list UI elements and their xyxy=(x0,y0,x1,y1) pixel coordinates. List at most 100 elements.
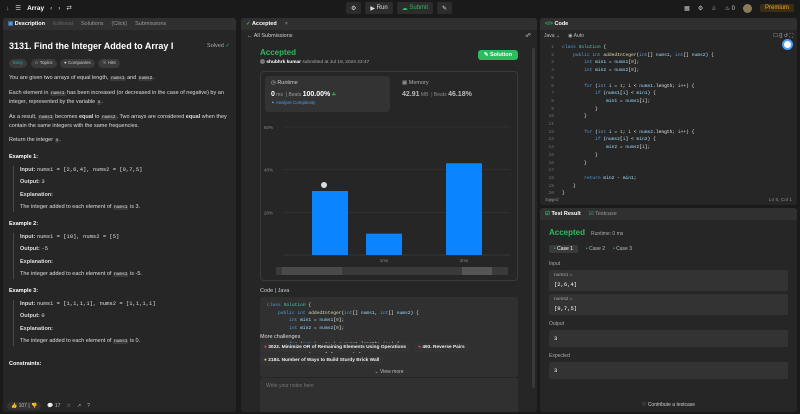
line-number: 13 xyxy=(548,137,554,143)
tab-test-result[interactable]: ☑ Test Result xyxy=(545,211,581,217)
example-2: Example 2: Input: nums1 = [10], nums2 = [… xyxy=(9,220,230,280)
braces-icon[interactable]: {} xyxy=(779,33,782,39)
example-input-value: nums1 = [10], nums2 = [5] xyxy=(36,232,120,240)
p3d: . Two arrays are considered xyxy=(116,113,185,120)
mid-scrollbar[interactable] xyxy=(532,48,535,388)
para-2: Each element in nums1 has been increased… xyxy=(9,89,224,105)
tab-click[interactable]: (Click) xyxy=(112,21,128,27)
tab-code[interactable]: </> Code xyxy=(545,21,568,27)
like-button[interactable]: 👍 107 | 👎 xyxy=(7,402,42,410)
chart-bar[interactable] xyxy=(446,163,482,255)
settings-icon[interactable]: ⚙ xyxy=(698,5,703,12)
editor-statusbar: Saved Ln 5, Col 1 xyxy=(540,195,797,205)
layout-icon[interactable]: ▦ xyxy=(684,5,690,12)
runtime-distribution-chart[interactable]: 60% 40% 20% 1ms 2ms xyxy=(262,117,518,277)
line-number: 16 xyxy=(548,160,554,166)
accepted-tab-icon: ✓ xyxy=(246,21,251,27)
comments-button[interactable]: 💬 17 xyxy=(47,403,60,409)
notes-textarea[interactable]: Write your notes here xyxy=(260,378,518,412)
input-nums2[interactable]: nums2 = [9,7,5] xyxy=(549,294,788,315)
memory-beats: Beats xyxy=(433,92,447,98)
p3b: becomes xyxy=(55,113,78,120)
next-icon[interactable]: › xyxy=(58,5,60,12)
var2-value: [9,7,5] xyxy=(554,305,578,312)
list-icon[interactable]: ☰ xyxy=(15,4,21,12)
case-2-tab[interactable]: • Case 2 xyxy=(586,246,605,252)
explanation-text: The integer added to each element of xyxy=(20,338,112,345)
input-label: Input: xyxy=(20,233,36,240)
left-tabs: ▣ Description Editorial Solutions (Click… xyxy=(3,18,236,30)
companies-tag[interactable]: ● Companies xyxy=(60,58,95,68)
share-icon[interactable]: ↗ xyxy=(77,403,81,409)
chart-bar[interactable] xyxy=(366,233,402,255)
bookmark-icon[interactable]: ☐ xyxy=(773,33,777,39)
example-title: Example 1: xyxy=(9,154,39,161)
chart-range-handle[interactable] xyxy=(462,267,492,275)
all-submissions-link[interactable]: ← All Submissions xyxy=(247,33,293,39)
tab-submissions[interactable]: Submissions xyxy=(135,21,166,27)
debug-button[interactable]: ⚙ xyxy=(346,2,362,14)
shuffle-icon[interactable]: ⇄ xyxy=(66,4,71,12)
view-more-button[interactable]: ⌄ View more xyxy=(260,363,518,377)
hint-tag[interactable]: ☉ Hint xyxy=(98,58,120,68)
code-content[interactable]: class Solution { public int addedInteger… xyxy=(558,44,714,205)
example-block: Input: nums1 = [1,1,1,1], nums2 = [1,1,1… xyxy=(13,299,230,347)
copy-link-icon[interactable]: ☍ xyxy=(525,33,531,39)
tab-solutions[interactable]: Solutions xyxy=(81,21,104,27)
tab-close-icon[interactable]: × xyxy=(285,21,288,27)
saved-status: Saved xyxy=(545,197,559,203)
assistant-icon[interactable] xyxy=(782,39,793,50)
prev-icon[interactable]: ‹ xyxy=(50,5,52,12)
solution-button[interactable]: ✎ Solution xyxy=(477,50,518,60)
case-label: Case 3 xyxy=(616,246,632,252)
example-input-value: nums1 = [2,6,4], nums2 = [9,7,5] xyxy=(36,165,143,173)
p4-var: x xyxy=(54,138,60,144)
output-label: Output xyxy=(549,321,565,327)
expected-value[interactable]: 3 xyxy=(549,362,788,379)
case-1-tab[interactable]: • Case 1 xyxy=(549,245,578,253)
help-icon[interactable]: ? xyxy=(87,403,90,409)
autosave-toggle[interactable]: ◉ Auto xyxy=(568,33,584,39)
example-output: Output: -5 xyxy=(20,245,230,254)
language-select[interactable]: Java ⌄ xyxy=(544,33,560,39)
contribute-testcase-link[interactable]: ♡ Contribute a testcase xyxy=(540,402,797,408)
top-bar: ↓ ☰ Array ‹ › ⇄ ⚙ ▶ Run ☁ Submit ✎ ▦ ⚙ ♧… xyxy=(0,0,800,16)
memory-box[interactable]: ▦ Memory 42.91 MB | Beats 46.18% xyxy=(396,76,514,112)
case-dot-icon: • xyxy=(554,246,556,252)
tab-description[interactable]: ▣ Description xyxy=(8,21,45,27)
tab-editorial[interactable]: Editorial xyxy=(53,21,73,27)
challenge-item[interactable]: ● 3022. Minimize OR of Remaining Element… xyxy=(260,343,411,352)
chart-xtick-label: 2ms xyxy=(460,258,469,263)
challenge-item[interactable]: ● 2184. Number of Ways to Build Sturdy B… xyxy=(260,356,384,365)
reset-icon[interactable]: ↺ xyxy=(784,33,788,39)
run-button[interactable]: ▶ Run xyxy=(365,2,393,14)
premium-button[interactable]: Premium xyxy=(759,4,794,12)
topics-tag[interactable]: ☆ Topics xyxy=(30,58,57,68)
challenge-item[interactable]: ● 493. Reverse Pairs xyxy=(414,343,469,352)
bell-icon[interactable]: ♧ xyxy=(711,5,716,12)
tab-testcase[interactable]: ☑ Testcase xyxy=(589,211,617,217)
notes-button[interactable]: ✎ xyxy=(437,2,453,14)
logo-icon[interactable]: ↓ xyxy=(6,5,9,12)
chart-bar[interactable] xyxy=(312,191,348,255)
analyze-link[interactable]: ✦ Analyze Complexity xyxy=(271,100,384,106)
output-value[interactable]: 3 xyxy=(549,330,788,347)
chart-range-handle[interactable] xyxy=(282,267,342,275)
submit-button[interactable]: ☁ Submit xyxy=(396,2,434,14)
fullscreen-icon[interactable]: ⛶ xyxy=(789,33,793,39)
likes-count: 107 xyxy=(18,403,27,409)
p3-code2: nums2 xyxy=(100,114,117,120)
input-nums1[interactable]: nums1 = [2,6,4] xyxy=(549,270,788,291)
streak-counter[interactable]: ♨ 0 xyxy=(725,5,735,12)
example-explanation: The integer added to each element of num… xyxy=(20,203,230,212)
avatar[interactable] xyxy=(742,3,752,13)
code-editor[interactable]: 1 2 3 4 5 6 7 8 9 10 11 12 13 14 15 16 17 18 19 20 21 class … xyxy=(540,41,797,205)
tab-accepted[interactable]: ✓ Accepted xyxy=(246,21,277,27)
runtime-box[interactable]: ◷ Runtime 0 ms | Beats 100.00% ☘ ✦ Analy… xyxy=(265,76,390,112)
problem-list-title[interactable]: Array xyxy=(27,5,44,12)
difficulty-tag[interactable]: Easy xyxy=(9,58,28,68)
user-name[interactable]: shubhrk kumar xyxy=(266,60,301,65)
line-number: 2 xyxy=(551,52,554,58)
case-3-tab[interactable]: • Case 3 xyxy=(613,246,632,252)
star-icon[interactable]: ☆ xyxy=(66,403,70,409)
